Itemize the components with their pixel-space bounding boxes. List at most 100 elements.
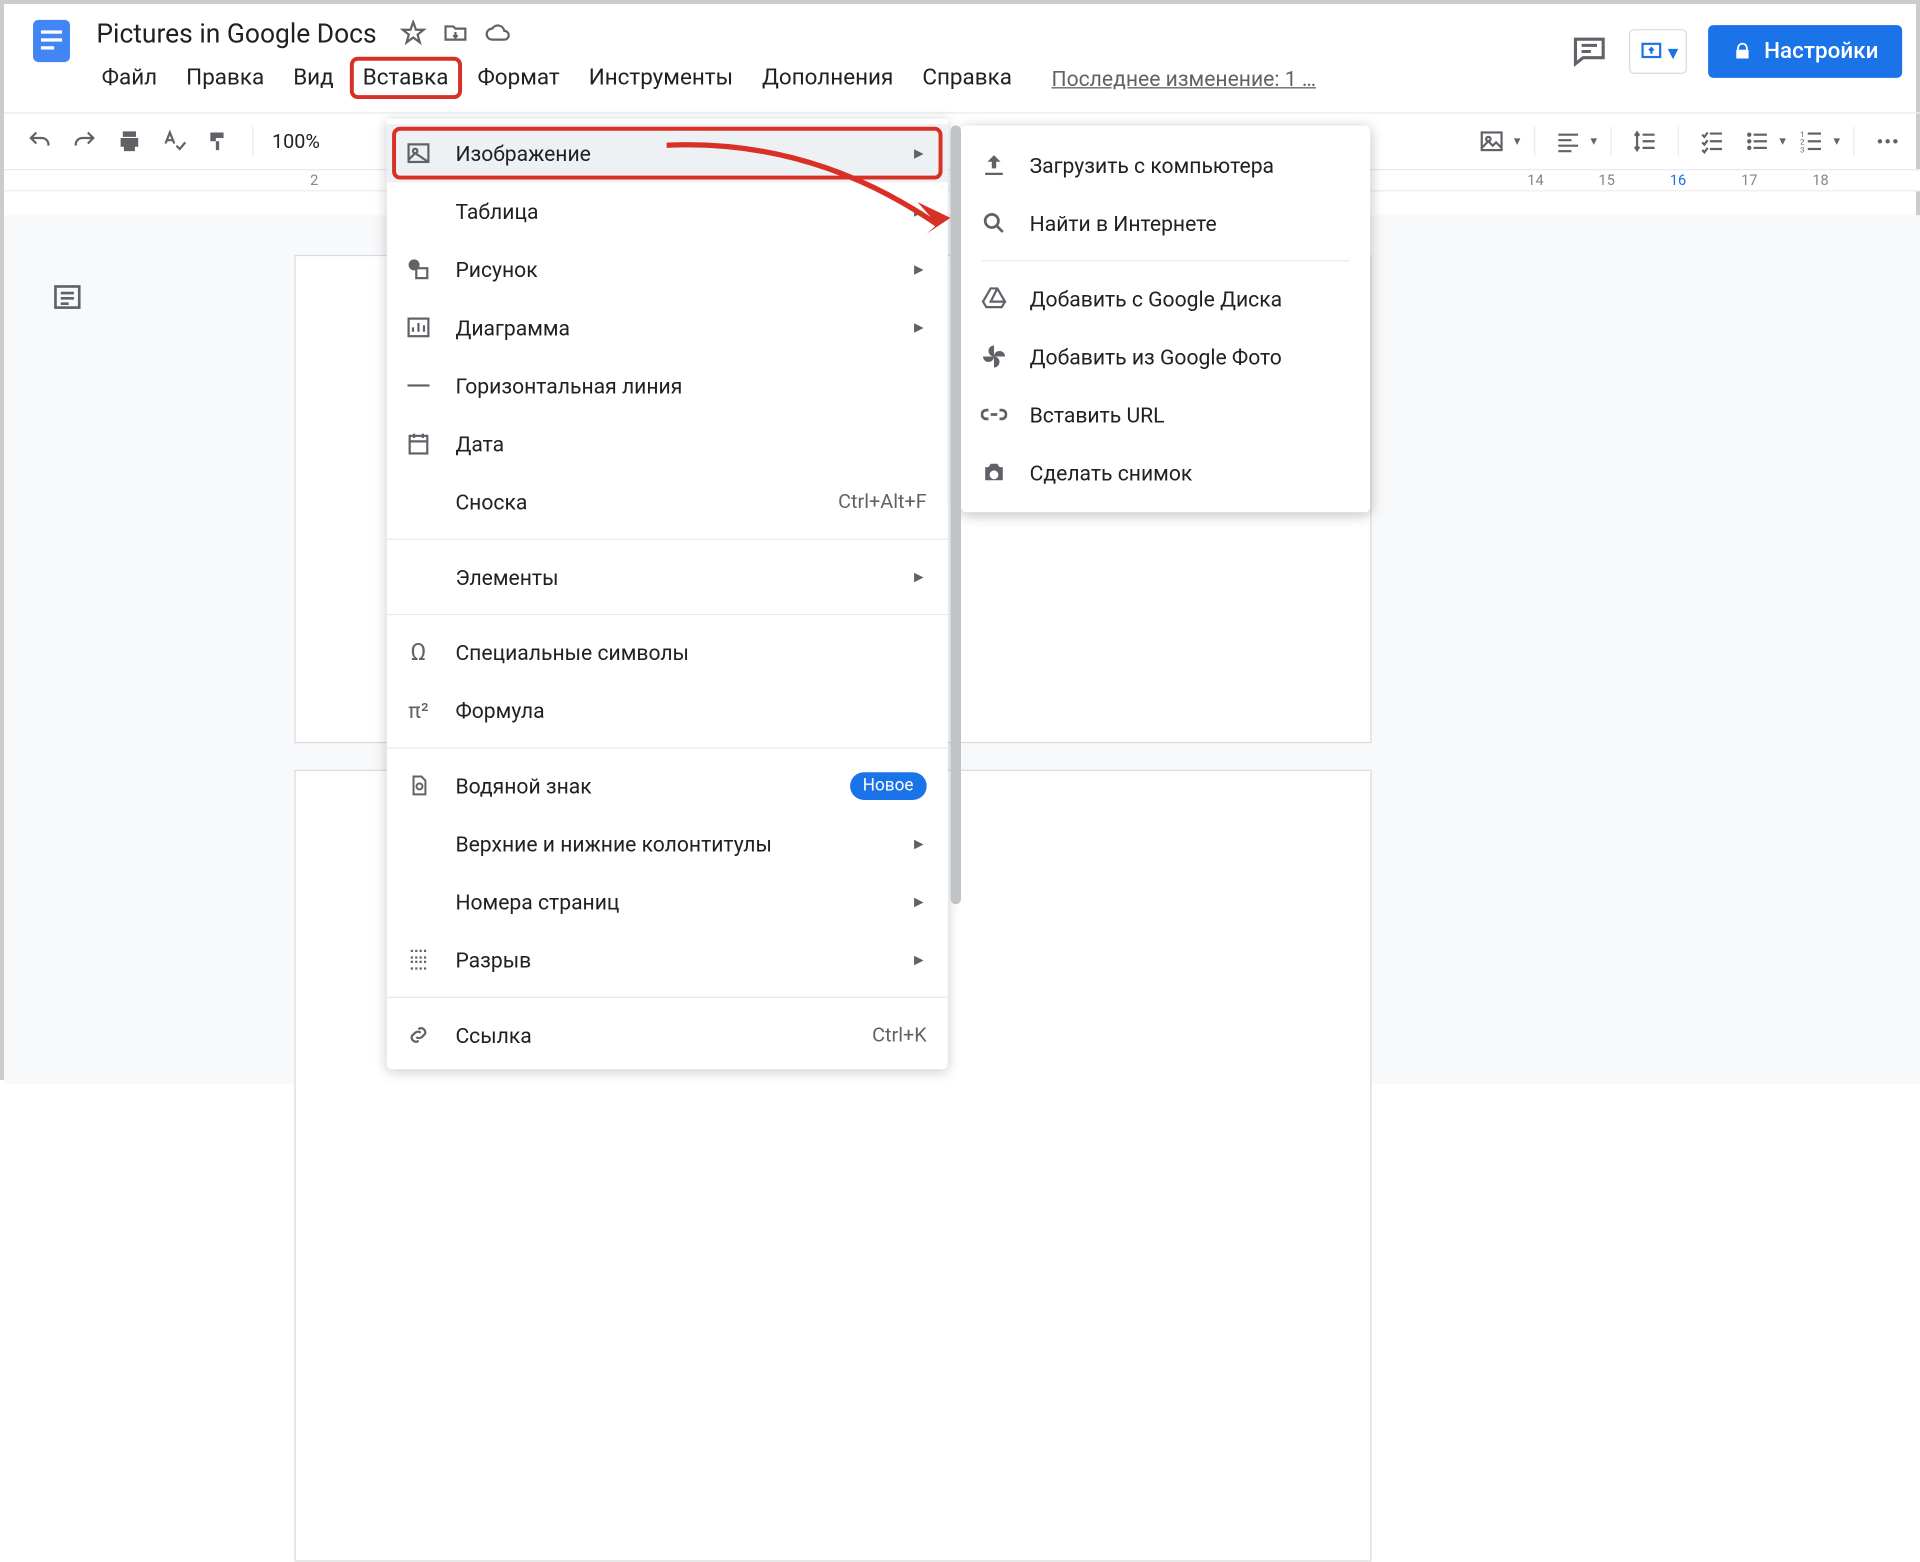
item-label: Добавить из Google Фото (1030, 344, 1282, 369)
chevron-right-icon: ► (911, 202, 927, 220)
submenu-photos[interactable]: Добавить из Google Фото (961, 327, 1370, 385)
insert-image-item[interactable]: Изображение ► (387, 124, 948, 182)
insert-equation-item[interactable]: π² Формула (387, 681, 948, 739)
insert-break-item[interactable]: Разрыв ► (387, 931, 948, 989)
break-icon (403, 944, 435, 976)
align-button[interactable] (1548, 121, 1588, 161)
svg-text:3: 3 (1800, 145, 1804, 154)
item-label: Загрузить с компьютера (1030, 153, 1274, 178)
item-label: Дата (455, 431, 926, 456)
watermark-icon (403, 770, 435, 802)
submenu-camera[interactable]: Сделать снимок (961, 444, 1370, 502)
image-submenu: Загрузить с компьютера Найти в Интернете… (961, 125, 1370, 512)
submenu-url[interactable]: Вставить URL (961, 385, 1370, 443)
menubar: Файл Правка Вид Вставка Формат Инструмен… (88, 54, 1571, 102)
last-edit-link[interactable]: Последнее изменение: 1 … (1052, 65, 1316, 90)
menu-help[interactable]: Справка (909, 57, 1025, 99)
item-label: Верхние и нижние колонтитулы (455, 831, 911, 856)
insert-hr-item[interactable]: Горизонтальная линия (387, 356, 948, 414)
move-icon[interactable] (443, 20, 469, 46)
omega-icon: Ω (403, 636, 435, 668)
chevron-right-icon: ► (911, 892, 927, 910)
dropdown-scrollbar[interactable] (950, 125, 961, 904)
chevron-right-icon: ► (911, 144, 927, 162)
submenu-search-web[interactable]: Найти в Интернете (961, 194, 1370, 252)
spellcheck-button[interactable] (154, 121, 194, 161)
item-label: Добавить с Google Диска (1030, 286, 1282, 311)
menu-edit[interactable]: Правка (173, 57, 277, 99)
outline-icon[interactable] (52, 281, 89, 318)
insert-date-item[interactable]: Дата (387, 415, 948, 473)
submenu-drive[interactable]: Добавить с Google Диска (961, 269, 1370, 327)
submenu-upload[interactable]: Загрузить с компьютера (961, 136, 1370, 194)
item-label: Ссылка (455, 1022, 872, 1047)
star-icon[interactable] (400, 20, 426, 46)
ruler-tick: 17 (1741, 172, 1754, 189)
menu-tools[interactable]: Инструменты (576, 57, 747, 99)
menu-view[interactable]: Вид (280, 57, 347, 99)
drawing-icon (403, 253, 435, 285)
insert-page-numbers-item[interactable]: Номера страниц ► (387, 873, 948, 931)
line-spacing-button[interactable] (1625, 121, 1665, 161)
calendar-icon (403, 428, 435, 460)
ruler-tick: 14 (1527, 172, 1540, 189)
shortcut-label: Ctrl+Alt+F (838, 490, 927, 514)
insert-special-chars-item[interactable]: Ω Специальные символы (387, 623, 948, 681)
numbered-list-button[interactable]: 123 (1791, 121, 1831, 161)
chart-icon (403, 312, 435, 344)
insert-chart-item[interactable]: Диаграмма ► (387, 298, 948, 356)
hr-icon (403, 370, 435, 402)
insert-elements-item[interactable]: Элементы ► (387, 548, 948, 606)
menu-file[interactable]: Файл (88, 57, 170, 99)
chevron-right-icon: ► (911, 834, 927, 852)
share-label: Настройки (1764, 38, 1878, 64)
search-icon (979, 209, 1008, 238)
redo-button[interactable] (65, 121, 105, 161)
ruler-tick: 15 (1599, 172, 1612, 189)
insert-link-item[interactable]: Ссылка Ctrl+K (387, 1006, 948, 1064)
comments-icon[interactable] (1571, 33, 1608, 70)
insert-drawing-item[interactable]: Рисунок ► (387, 240, 948, 298)
menu-addons[interactable]: Дополнения (749, 57, 907, 99)
upload-icon (979, 151, 1008, 180)
cloud-icon[interactable] (485, 20, 511, 46)
menu-format[interactable]: Формат (464, 57, 573, 99)
image-icon (403, 137, 435, 169)
item-label: Рисунок (455, 257, 911, 282)
insert-watermark-item[interactable]: Водяной знак Новое (387, 756, 948, 814)
docs-logo[interactable] (25, 15, 78, 68)
ruler-tick: 2 (308, 172, 321, 189)
new-badge: Новое (850, 772, 927, 800)
shortcut-label: Ctrl+K (872, 1023, 927, 1047)
item-label: Найти в Интернете (1030, 211, 1217, 236)
share-button[interactable]: Настройки (1709, 25, 1902, 78)
link-icon (979, 400, 1008, 429)
item-label: Сноска (455, 489, 838, 514)
item-label: Таблица (455, 199, 911, 224)
doc-title[interactable]: Pictures in Google Docs (88, 15, 384, 52)
chevron-right-icon: ► (911, 318, 927, 336)
item-label: Водяной знак (455, 773, 849, 798)
print-button[interactable] (110, 121, 150, 161)
insert-footnote-item[interactable]: Сноска Ctrl+Alt+F (387, 473, 948, 531)
photos-icon (979, 342, 1008, 371)
menu-insert[interactable]: Вставка (350, 57, 462, 99)
zoom-level[interactable]: 100% (267, 129, 325, 153)
ruler-tick: 16 (1670, 172, 1683, 189)
item-label: Сделать снимок (1030, 460, 1193, 485)
item-label: Вставить URL (1030, 402, 1165, 427)
more-button[interactable] (1868, 121, 1908, 161)
bulleted-list-button[interactable] (1737, 121, 1777, 161)
ruler-tick: 18 (1812, 172, 1825, 189)
undo-button[interactable] (20, 121, 60, 161)
item-label: Горизонтальная линия (455, 373, 926, 398)
item-label: Формула (455, 698, 926, 723)
insert-headers-item[interactable]: Верхние и нижние колонтитулы ► (387, 814, 948, 872)
item-label: Изображение (455, 141, 911, 166)
insert-table-item[interactable]: Таблица ► (387, 182, 948, 240)
checklist-button[interactable] (1692, 121, 1732, 161)
present-button[interactable]: ▾ (1629, 29, 1687, 74)
insert-image-button[interactable] (1472, 121, 1512, 161)
drive-icon (979, 284, 1008, 313)
paint-format-button[interactable] (199, 121, 239, 161)
